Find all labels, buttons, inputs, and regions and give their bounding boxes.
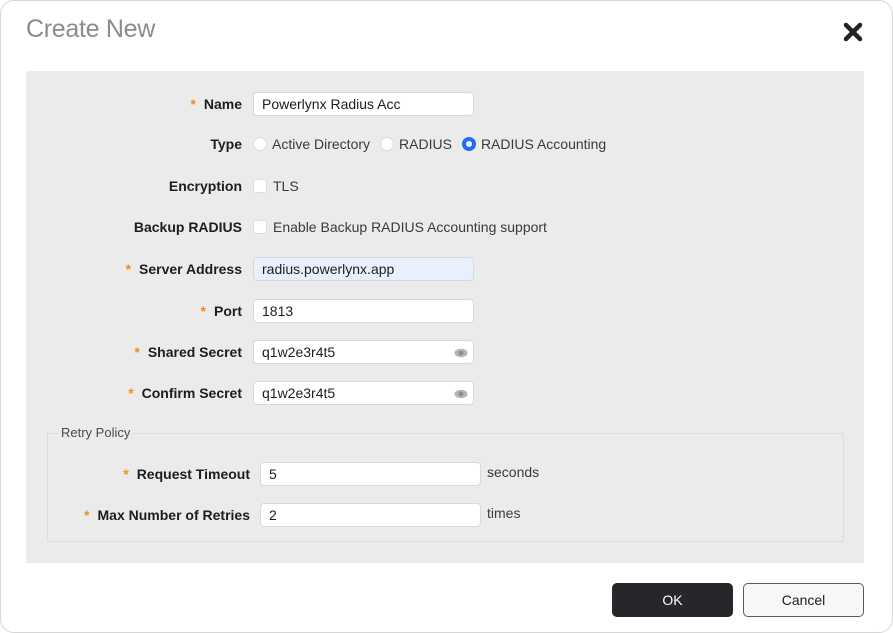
encryption-row: Encryption TLS [26, 173, 864, 199]
request-timeout-label: * Request Timeout [123, 466, 250, 482]
required-marker: * [128, 385, 134, 401]
backup-radius-checkbox[interactable]: Enable Backup RADIUS Accounting support [253, 219, 547, 235]
radio-active-directory[interactable]: Active Directory [253, 136, 370, 152]
encryption-label: Encryption [168, 178, 242, 194]
port-row: * Port 1813 [26, 298, 864, 324]
name-label: * Name [190, 96, 242, 112]
confirm-secret-row: * Confirm Secret q1w2e3r4t5 [26, 380, 864, 406]
port-input[interactable]: 1813 [253, 299, 474, 323]
close-icon[interactable] [841, 20, 865, 44]
server-address-input[interactable]: radius.powerlynx.app [253, 257, 474, 281]
radio-button[interactable] [380, 137, 395, 151]
eye-icon[interactable] [454, 387, 468, 399]
required-marker: * [200, 303, 206, 319]
retry-policy-fieldset: Retry Policy * Request Timeout 5 seconds… [47, 425, 844, 542]
backup-radius-label: Backup RADIUS [133, 219, 242, 235]
dialog-title: Create New [26, 15, 155, 43]
server-address-label: * Server Address [125, 261, 242, 277]
port-label: * Port [200, 303, 242, 319]
type-label: Type [210, 136, 242, 152]
max-retries-label: * Max Number of Retries [84, 507, 250, 523]
required-marker: * [190, 96, 196, 112]
confirm-secret-input[interactable]: q1w2e3r4t5 [253, 381, 474, 405]
request-timeout-input[interactable]: 5 [260, 462, 481, 486]
server-address-row: * Server Address radius.powerlynx.app [26, 256, 864, 282]
type-radio-group: Active Directory RADIUS RADIUS Accountin… [253, 131, 616, 157]
max-retries-input[interactable]: 2 [260, 503, 481, 527]
shared-secret-input[interactable]: q1w2e3r4t5 [253, 340, 474, 364]
shared-secret-row: * Shared Secret q1w2e3r4t5 [26, 339, 864, 365]
required-marker: * [123, 466, 129, 482]
cancel-button[interactable]: Cancel [743, 583, 864, 617]
request-timeout-row: * Request Timeout 5 seconds [48, 461, 843, 487]
radio-radius-accounting[interactable]: RADIUS Accounting [461, 136, 606, 152]
required-marker: * [134, 344, 140, 360]
create-new-dialog: Create New * Name Powerlynx Radius Acc T… [0, 0, 893, 633]
name-input[interactable]: Powerlynx Radius Acc [253, 92, 474, 116]
ok-button[interactable]: OK [612, 583, 733, 617]
radio-button[interactable] [253, 137, 267, 151]
required-marker: * [125, 261, 132, 277]
backup-radius-checkbox-group: Enable Backup RADIUS Accounting support [253, 214, 557, 240]
checkbox[interactable] [253, 220, 267, 234]
checkbox[interactable] [253, 179, 267, 193]
name-row: * Name Powerlynx Radius Acc [26, 91, 864, 117]
radio-button-selected[interactable] [461, 137, 476, 151]
form-panel: * Name Powerlynx Radius Acc Type Active … [26, 71, 864, 563]
confirm-secret-label: * Confirm Secret [128, 385, 242, 401]
type-row: Type Active Directory RADIUS RADIUS Acco… [26, 131, 864, 157]
max-retries-row: * Max Number of Retries 2 times [48, 502, 843, 528]
tls-checkbox-group: TLS [253, 173, 309, 199]
request-timeout-unit: seconds [487, 464, 540, 480]
tls-checkbox[interactable]: TLS [253, 178, 299, 194]
shared-secret-label: * Shared Secret [134, 344, 242, 360]
retry-policy-legend: Retry Policy [58, 425, 134, 440]
required-marker: * [84, 507, 90, 523]
eye-icon[interactable] [454, 346, 468, 358]
max-retries-unit: times [487, 505, 521, 521]
radio-radius[interactable]: RADIUS [380, 136, 452, 152]
backup-radius-row: Backup RADIUS Enable Backup RADIUS Accou… [26, 214, 864, 240]
